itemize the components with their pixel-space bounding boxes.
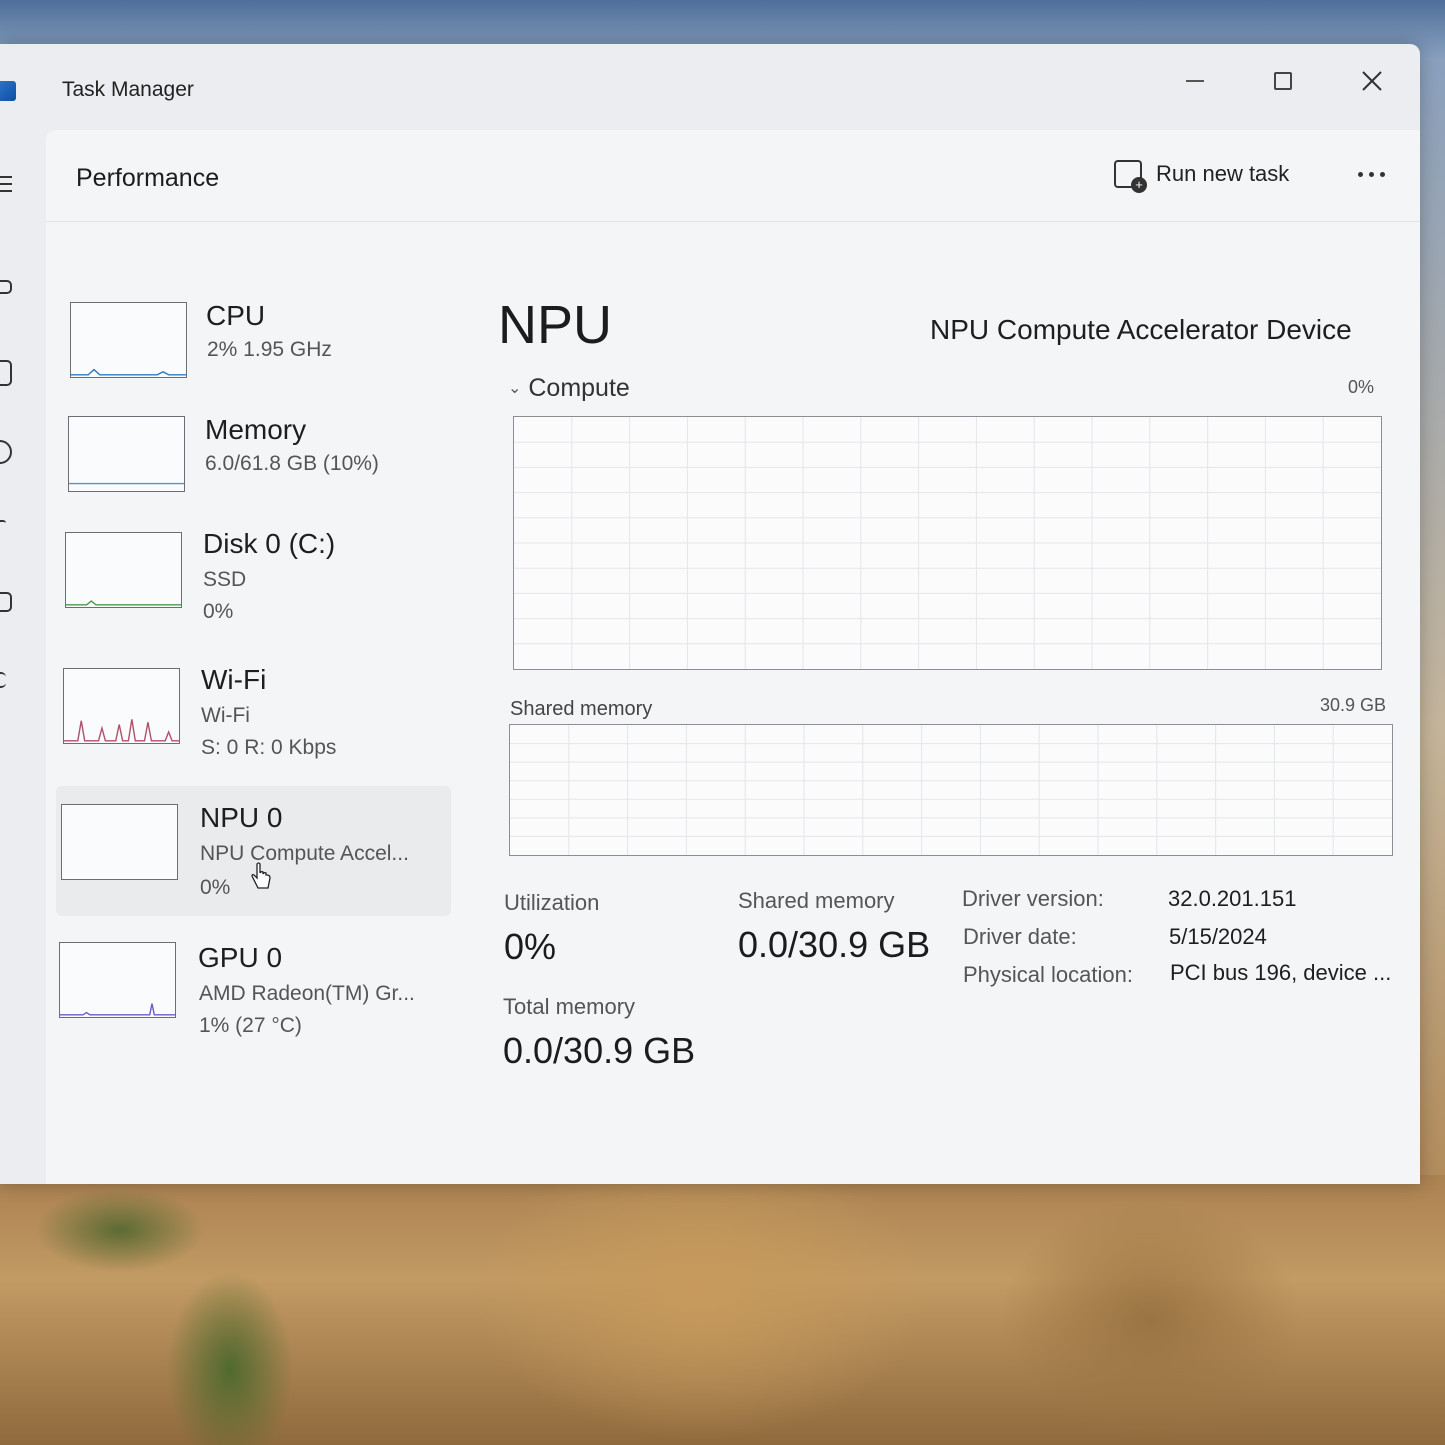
resource-item-disk[interactable]: Disk 0 (C:) SSD 0% [56, 518, 451, 648]
compute-label: Compute [528, 374, 630, 402]
mini-graph-line [69, 482, 184, 485]
resource-stat-2: 0% [200, 876, 231, 899]
chevron-down-icon: ⌄ [508, 380, 522, 397]
processes-nav-icon[interactable] [0, 280, 12, 294]
resource-item-npu[interactable]: NPU 0 NPU Compute Accel... 0% [56, 786, 451, 916]
utilization-label: Utilization [504, 890, 600, 915]
total-memory-value: 0.0/30.9 GB [503, 1030, 696, 1071]
resource-name: CPU [206, 300, 266, 331]
title-bar[interactable]: Task Manager [0, 44, 1420, 128]
details-nav-icon[interactable] [0, 672, 6, 688]
close-icon [1362, 71, 1382, 91]
run-new-task-label: Run new task [1156, 161, 1290, 186]
performance-nav-icon[interactable] [0, 360, 12, 386]
app-history-nav-icon[interactable] [0, 440, 12, 464]
hand-pointer-cursor-icon [251, 862, 271, 889]
startup-apps-nav-icon[interactable] [0, 520, 6, 526]
mini-graph-trace [66, 600, 181, 606]
shared-memory-label: Shared memory [738, 888, 895, 913]
task-manager-app-icon [0, 81, 16, 101]
graph-grid [510, 725, 1392, 855]
driver-version-label: Driver version: [962, 886, 1104, 911]
driver-date-label: Driver date: [963, 924, 1077, 949]
mini-graph-trace [71, 368, 186, 376]
resource-name: NPU 0 [200, 802, 283, 833]
resource-name: Memory [205, 414, 307, 445]
run-new-task-button[interactable]: + Run new task [1114, 154, 1289, 194]
physical-location-label: Physical location: [963, 962, 1133, 987]
resource-stat-1: SSD [203, 568, 247, 591]
physical-location-value: PCI bus 196, device ... [1170, 960, 1392, 985]
resource-stat-1: Wi-Fi [201, 704, 250, 727]
page-header: Performance + Run new task [46, 130, 1420, 222]
hamburger-menu-icon[interactable] [0, 174, 14, 194]
content-pane: Performance + Run new task CPU 2% 1.95 G… [46, 130, 1420, 1184]
resource-stat-2: S: 0 R: 0 Kbps [201, 736, 337, 759]
shared-memory-value: 0.0/30.9 GB [738, 924, 931, 965]
compute-usage-graph [513, 416, 1382, 670]
mini-graph-line [66, 600, 181, 606]
graph-grid [514, 417, 1381, 669]
close-button[interactable] [1337, 56, 1407, 106]
resource-stat-1: NPU Compute Accel... [200, 842, 409, 865]
maximize-button[interactable] [1248, 56, 1318, 106]
minimize-icon [1186, 80, 1204, 82]
resource-stat-2: 1% (27 °C) [199, 1014, 302, 1037]
wifi-mini-graph [63, 668, 180, 744]
users-nav-icon[interactable] [0, 592, 12, 612]
resource-item-gpu[interactable]: GPU 0 AMD Radeon(TM) Gr... 1% (27 °C) [56, 930, 451, 1060]
run-new-task-icon: + [1114, 160, 1147, 193]
window-title: Task Manager [62, 78, 194, 101]
total-memory-label: Total memory [503, 994, 636, 1019]
resource-stat-1: 2% 1.95 GHz [207, 338, 332, 361]
mini-graph-line [71, 368, 186, 376]
gpu-mini-graph [59, 942, 176, 1018]
driver-version-value: 32.0.201.151 [1168, 886, 1297, 911]
resource-name: Wi-Fi [201, 664, 267, 695]
mini-graph-line [64, 719, 179, 742]
compute-graph-selector[interactable]: ⌄ Compute [508, 374, 630, 403]
maximize-icon [1274, 72, 1292, 90]
navigation-rail [0, 174, 30, 1184]
task-manager-window: Task Manager Performance + Run new task … [0, 44, 1420, 1184]
minimize-button[interactable] [1160, 56, 1230, 106]
resource-stat-1: 6.0/61.8 GB (10%) [205, 452, 379, 475]
resource-name: Disk 0 (C:) [203, 528, 336, 559]
mini-graph-trace [64, 719, 179, 742]
detail-title: NPU [498, 295, 613, 355]
memory-mini-graph [68, 416, 185, 492]
resource-name: GPU 0 [198, 942, 283, 973]
shared-memory-graph-max: 30.9 GB [1320, 695, 1387, 715]
resource-item-wifi[interactable]: Wi-Fi Wi-Fi S: 0 R: 0 Kbps [56, 654, 451, 784]
cpu-mini-graph [70, 302, 187, 378]
shared-memory-graph [509, 724, 1393, 856]
page-title: Performance [76, 164, 220, 192]
more-options-button[interactable] [1336, 152, 1406, 196]
resource-item-memory[interactable]: Memory 6.0/61.8 GB (10%) [56, 400, 451, 530]
compute-graph-max: 0% [1348, 377, 1375, 397]
driver-date-value: 5/15/2024 [1169, 924, 1267, 949]
utilization-value: 0% [504, 926, 557, 967]
resource-item-cpu[interactable]: CPU 2% 1.95 GHz [56, 286, 451, 416]
shared-memory-graph-label: Shared memory [510, 698, 653, 720]
npu-mini-graph [61, 804, 178, 880]
device-name: NPU Compute Accelerator Device [930, 314, 1352, 345]
disk-mini-graph [65, 532, 182, 608]
desktop-wallpaper-edge [1420, 60, 1445, 1175]
desktop-wallpaper [0, 1170, 1445, 1445]
resource-stat-2: 0% [203, 600, 234, 623]
mini-graph-trace [60, 1003, 175, 1016]
resource-stat-1: AMD Radeon(TM) Gr... [199, 982, 415, 1005]
mini-graph-line [60, 1003, 175, 1016]
